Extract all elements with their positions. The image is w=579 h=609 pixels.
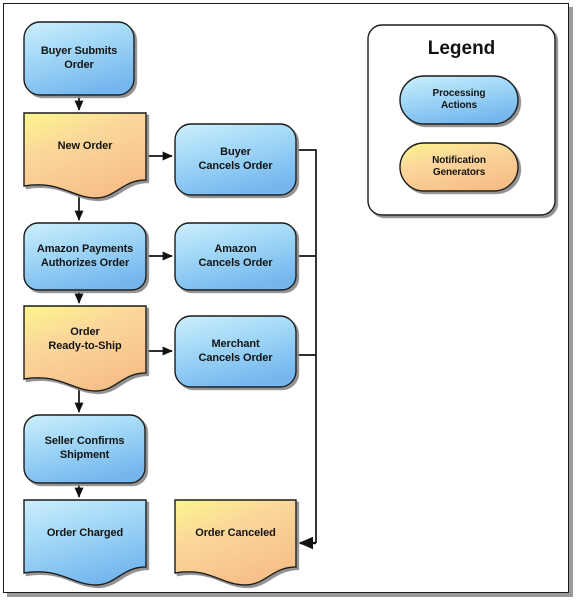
diagram-graphics-layer [23,21,556,586]
node-merchant-cancels-order[interactable] [174,315,297,388]
node-amazon-payments-authorizes[interactable] [23,222,147,291]
node-order-charged[interactable] [23,499,147,586]
legend-swatch-processing-actions[interactable] [399,75,519,125]
edge-buyer-cancels-to-canceled [296,149,317,543]
flow-nodes [23,21,297,586]
node-seller-confirms-shipment[interactable] [23,414,146,484]
legend-swatch-notification-generators[interactable] [399,142,519,192]
node-buyer-cancels-order[interactable] [174,123,297,196]
legend-title: Legend [427,38,496,59]
node-buyer-submits-order[interactable] [23,21,135,96]
node-order-ready-to-ship[interactable] [23,305,147,392]
node-amazon-cancels-order[interactable] [174,222,297,291]
node-order-canceled[interactable] [174,499,297,586]
flowchart-canvas: Buyer Submits Order New Order Buyer Canc… [0,0,579,609]
node-new-order[interactable] [23,112,147,199]
